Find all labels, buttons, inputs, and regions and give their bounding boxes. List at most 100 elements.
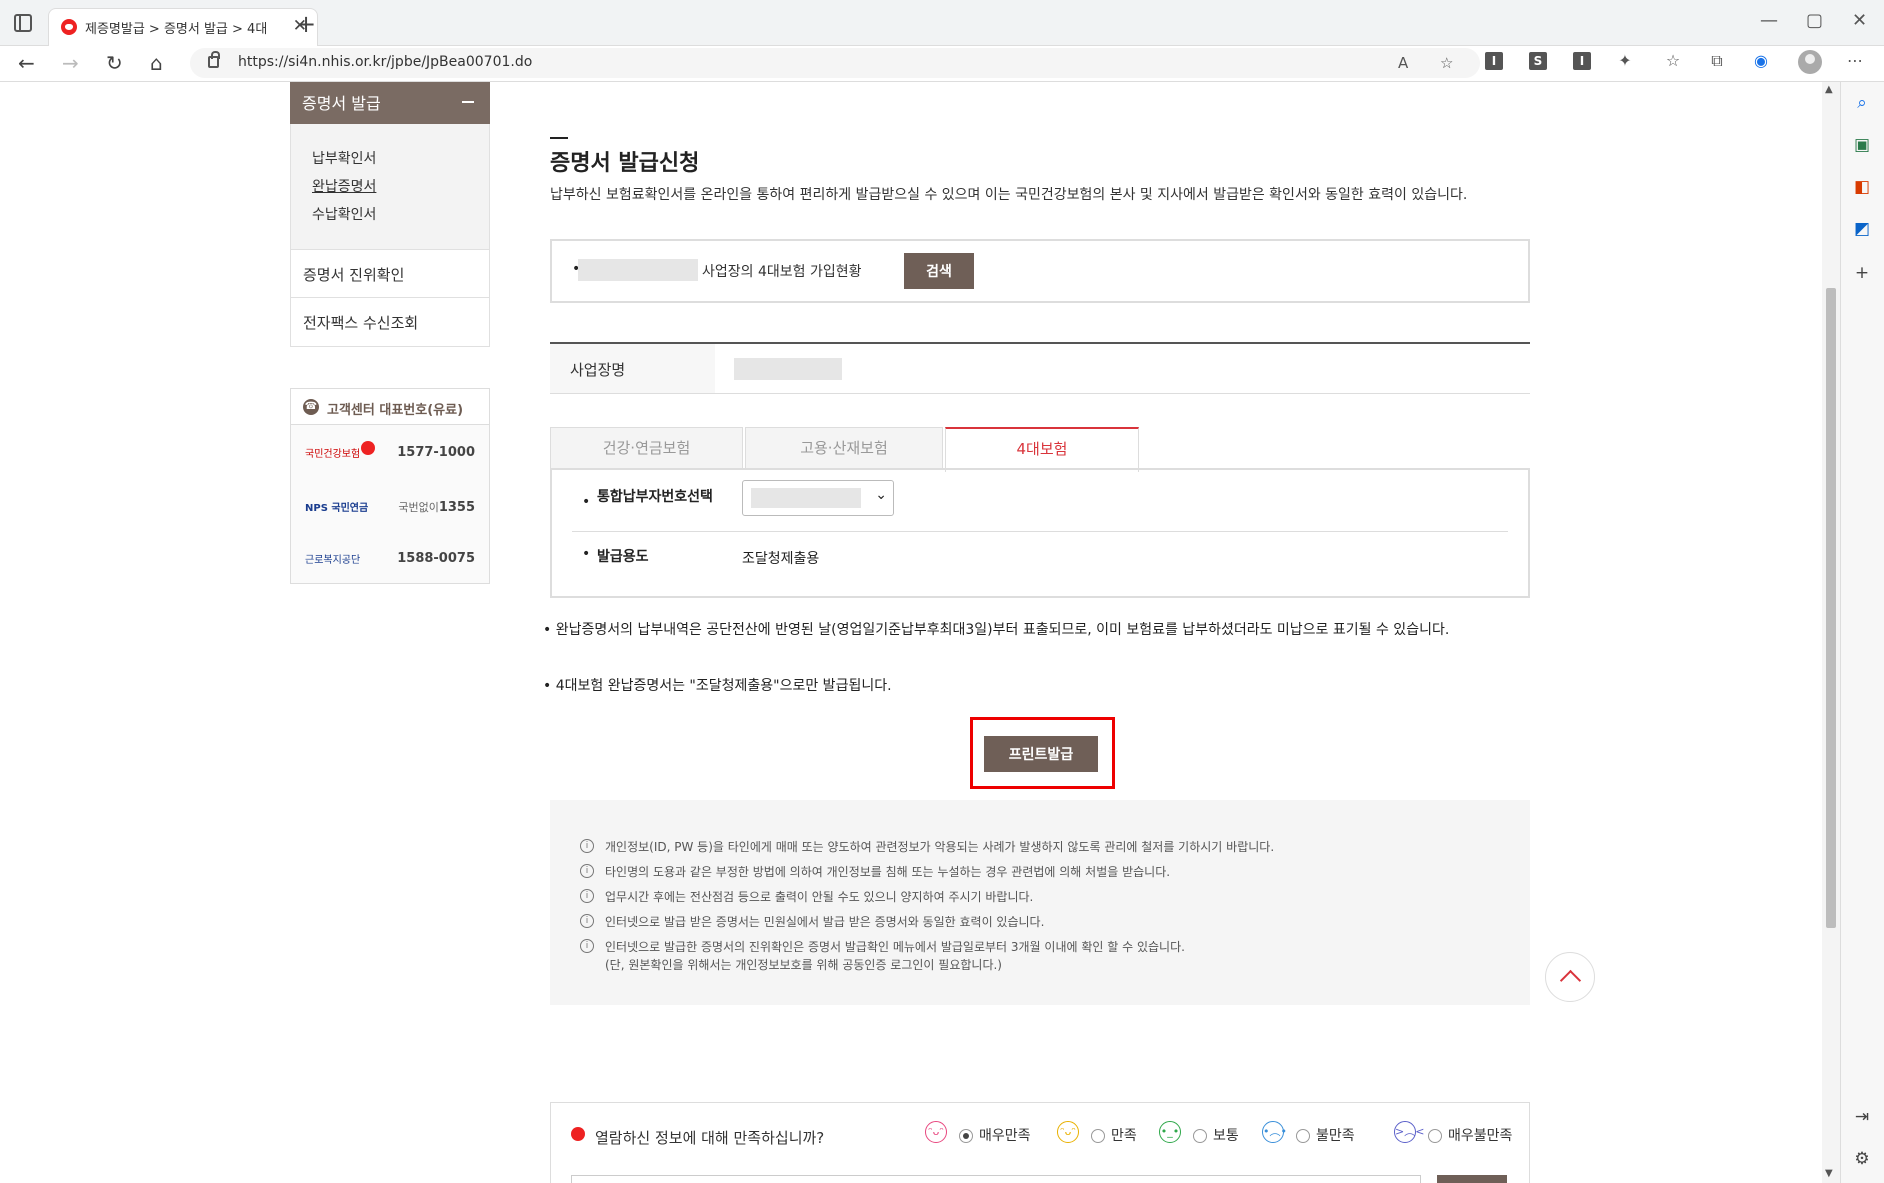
insurance-tabs: 건강·연금보험 고용·산재보험 4대보험 xyxy=(550,427,1530,472)
survey-comment-input[interactable] xyxy=(571,1175,1421,1183)
office-icon[interactable]: ◧ xyxy=(1851,176,1873,198)
shopping-icon[interactable]: ▣ xyxy=(1851,134,1873,156)
favorites-icon[interactable]: ☆ xyxy=(1664,52,1682,70)
home-icon[interactable]: ⌂ xyxy=(150,51,163,75)
biz-search-box: • 사업장의 4대보험 가입현황 검색 xyxy=(550,239,1530,303)
cs-number-prefix: 국번없이 xyxy=(398,501,439,514)
very-sad-face-icon: >︵< xyxy=(1394,1121,1424,1143)
site-favicon-icon xyxy=(61,19,77,35)
lnb-item-label: 전자팩스 수신조회 xyxy=(303,314,419,332)
survey-radio[interactable] xyxy=(1091,1129,1105,1143)
lnb-sub-receipt-confirm[interactable]: 수납확인서 xyxy=(312,204,376,224)
survey-radio[interactable] xyxy=(1296,1129,1310,1143)
bullet: • xyxy=(582,494,591,510)
customer-center-box: ☎ 고객센터 대표번호(유료) 국민건강보험 1577-1000 NPS 국민연… xyxy=(290,388,490,584)
lock-icon[interactable] xyxy=(208,51,220,68)
info-icon: i xyxy=(580,839,594,853)
business-name-label: 사업장명 xyxy=(570,361,626,379)
tab-actions-icon[interactable] xyxy=(14,14,32,32)
comwel-logo: 근로복지공단 xyxy=(305,555,361,566)
search-label: 사업장의 4대보험 가입현황 xyxy=(702,264,862,280)
notice-reflection: • 완납증명서의 납부내역은 공단전산에 반영된 날(영업일기준납부후최대3일)… xyxy=(543,622,1450,638)
forward-icon[interactable]: → xyxy=(62,51,79,75)
close-window-icon[interactable]: ✕ xyxy=(1852,10,1867,31)
survey-submit-button[interactable] xyxy=(1437,1175,1507,1183)
profile-avatar[interactable] xyxy=(1798,50,1822,74)
lnb-item-cert-verify[interactable]: 증명서 진위확인 xyxy=(290,249,490,298)
survey-radio[interactable] xyxy=(1428,1129,1442,1143)
browser-tab[interactable]: 제증명발급 > 증명서 발급 > 4대 ✕ xyxy=(48,8,318,46)
payer-number-row: • 통합납부자번호선택 ⌄ xyxy=(572,476,1508,532)
nhis-logo: 국민건강보험 xyxy=(305,449,361,460)
survey-option-label: 매우만족 xyxy=(979,1128,1031,1144)
search-button[interactable]: 검색 xyxy=(904,253,974,289)
web-page: 증명서 발급 납부확인서 완납증명서 수납확인서 증명서 진위확인 전자팩스 수… xyxy=(0,82,1822,1183)
survey-radio[interactable] xyxy=(959,1129,973,1143)
phone-icon: ☎ xyxy=(303,399,319,415)
favorite-add-icon[interactable]: ☆ xyxy=(1440,54,1453,72)
redacted-business-name xyxy=(578,259,698,281)
add-icon[interactable]: + xyxy=(1851,262,1873,284)
lnb-header[interactable]: 증명서 발급 xyxy=(290,82,490,124)
lnb-item-label: 증명서 진위확인 xyxy=(303,266,405,284)
browser-toolbar: ← → ↻ ⌂ https://si4n.nhis.or.kr/jpbe/JpB… xyxy=(0,46,1884,82)
settings-gear-icon[interactable]: ⚙ xyxy=(1851,1148,1873,1170)
cs-row-nhis: 국민건강보험 1577-1000 xyxy=(291,429,489,479)
redacted-business-name-value xyxy=(734,358,842,380)
info-text: 개인정보(ID, PW 등)을 타인에게 매매 또는 양도하여 관련정보가 악용… xyxy=(605,840,1275,854)
info-icon: i xyxy=(580,864,594,878)
lnb-item-efax-inquiry[interactable]: 전자팩스 수신조회 xyxy=(290,298,490,347)
maximize-icon[interactable]: ▢ xyxy=(1806,10,1823,31)
page-title: 증명서 발급신청 xyxy=(550,151,700,176)
scroll-down-icon[interactable]: ▼ xyxy=(1825,1168,1833,1179)
scroll-to-top-button[interactable] xyxy=(1545,952,1595,1002)
purpose-label: 발급용도 xyxy=(597,549,649,565)
extensions-icon[interactable]: ✦ xyxy=(1616,52,1634,70)
extension-3-icon[interactable]: I xyxy=(1573,52,1591,70)
chevron-down-icon: ⌄ xyxy=(875,487,887,503)
extension-1-icon[interactable]: I xyxy=(1485,52,1503,70)
info-text: 타인명의 도용과 같은 부정한 방법에 의하여 개인정보를 침해 또는 누설하는… xyxy=(605,865,1171,879)
tab-title: 제증명발급 > 증명서 발급 > 4대 xyxy=(85,22,268,37)
print-issue-button[interactable]: 프린트발급 xyxy=(984,736,1098,772)
edge-sidebar: ⌕ ▣ ◧ ◩ + ⇥ ⚙ xyxy=(1840,82,1884,1183)
lnb-sub-full-payment-cert[interactable]: 완납증명서 xyxy=(312,176,376,196)
nps-logo: NPS 국민연금 xyxy=(305,503,369,514)
lnb-sub-payment-confirm[interactable]: 납부확인서 xyxy=(312,148,376,168)
bullet: • xyxy=(582,546,591,562)
customer-center-title: 고객센터 대표번호(유료) xyxy=(327,403,464,418)
refresh-icon[interactable]: ↻ xyxy=(106,51,123,75)
copilot-icon[interactable]: ◉ xyxy=(1752,52,1770,70)
info-text: 인터넷으로 발급한 증명서의 진위확인은 증명서 발급확인 메뉴에서 발급일로부… xyxy=(605,940,1185,954)
satisfaction-survey: 열람하신 정보에 대해 만족하십니까? ᵔᴗᵔ 매우만족 ᵔᴗᵔ 만족 •_• … xyxy=(550,1102,1530,1183)
more-menu-icon[interactable]: ⋯ xyxy=(1846,52,1864,70)
collections-icon[interactable]: ⧉ xyxy=(1708,52,1726,70)
collapse-icon[interactable] xyxy=(462,101,474,103)
sad-face-icon: •︵• xyxy=(1262,1121,1287,1143)
lnb-header-title: 증명서 발급 xyxy=(302,94,381,113)
read-aloud-icon[interactable]: A xyxy=(1398,54,1408,72)
payer-number-select[interactable]: ⌄ xyxy=(742,480,894,516)
tab-employment-accident[interactable]: 고용·산재보험 xyxy=(745,427,943,469)
survey-radio[interactable] xyxy=(1193,1129,1207,1143)
scroll-up-icon[interactable]: ▲ xyxy=(1825,84,1833,95)
url-text: https://si4n.nhis.or.kr/jpbe/JpBea00701.… xyxy=(238,54,533,70)
purpose-value: 조달청제출용 xyxy=(742,551,820,567)
survey-option-label: 매우불만족 xyxy=(1448,1128,1513,1144)
minimize-icon[interactable]: — xyxy=(1760,10,1778,31)
extension-2-icon[interactable]: S xyxy=(1529,52,1547,70)
tab-health-pension[interactable]: 건강·연금보험 xyxy=(550,427,743,469)
address-bar[interactable]: https://si4n.nhis.or.kr/jpbe/JpBea00701.… xyxy=(190,48,1480,78)
business-name-row: 사업장명 xyxy=(550,342,1530,394)
back-icon[interactable]: ← xyxy=(18,51,35,75)
scroll-thumb[interactable] xyxy=(1826,288,1836,928)
outlook-icon[interactable]: ◩ xyxy=(1851,218,1873,240)
page-scrollbar[interactable]: ▲ ▼ xyxy=(1822,82,1840,1183)
tab-four-insurances[interactable]: 4대보험 xyxy=(945,427,1139,472)
search-icon[interactable]: ⌕ xyxy=(1851,92,1873,114)
notice-procurement-only: • 4대보험 완납증명서는 "조달청제출용"으로만 발급됩니다. xyxy=(543,678,892,694)
info-text: 업무시간 후에는 전산점검 등으로 출력이 안될 수도 있으니 양지하여 주시기… xyxy=(605,890,1034,904)
new-tab-icon[interactable]: + xyxy=(296,10,316,38)
hide-sidebar-icon[interactable]: ⇥ xyxy=(1851,1106,1873,1128)
lnb-submenu: 납부확인서 완납증명서 수납확인서 xyxy=(290,124,490,249)
